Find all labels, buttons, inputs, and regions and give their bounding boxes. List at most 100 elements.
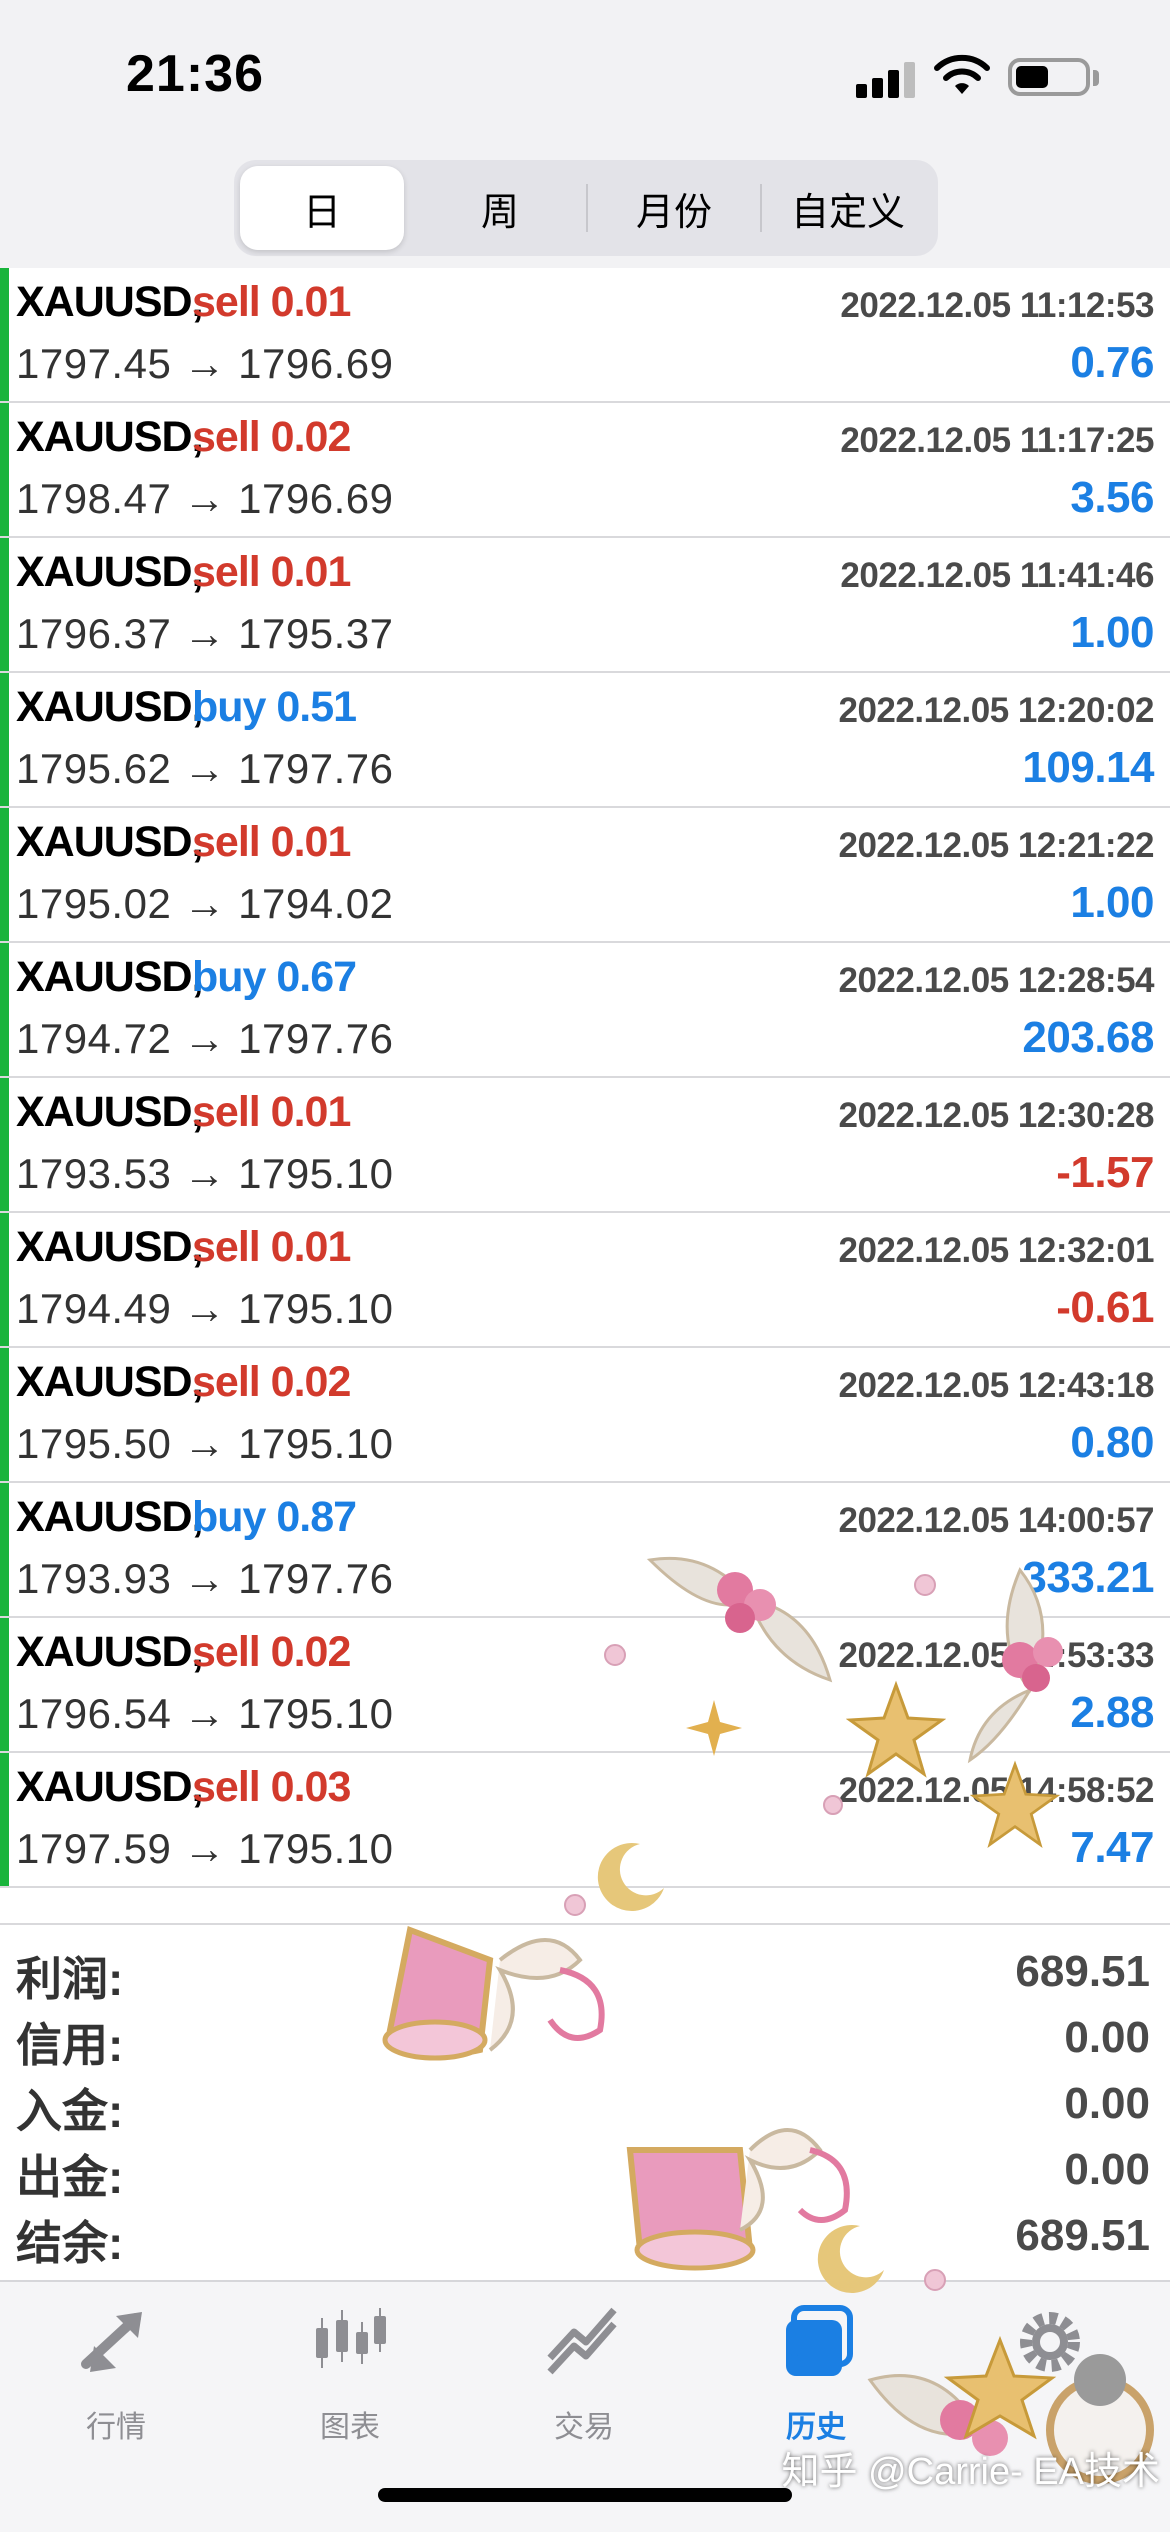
tab-settings[interactable] (960, 2302, 1140, 2452)
tab-label: 行情 (86, 2411, 146, 2444)
trade-prices: 1795.50 → 1795.10 (16, 1420, 394, 1467)
summary-profit-row: 利润: 689.51 (0, 1943, 1170, 2009)
trade-prices: 1797.59 → 1795.10 (16, 1825, 394, 1872)
trade-side-volume: sell 0.01 (192, 548, 351, 596)
trade-profit: -0.61 (1056, 1283, 1154, 1332)
trade-profit: 203.68 (1022, 1013, 1154, 1062)
trade-side-volume: sell 0.01 (192, 818, 351, 866)
trade-symbol: XAUUSD, (16, 413, 204, 461)
tab-quotes[interactable]: 行情 (26, 2302, 206, 2452)
trade-time: 2022.12.05 12:28:54 (838, 961, 1155, 1000)
trade-prices: 1794.49 → 1795.10 (16, 1285, 394, 1332)
trade-time: 2022.12.05 14:00:57 (838, 1501, 1155, 1540)
trade-prices: 1796.37 → 1795.37 (16, 610, 394, 657)
summary-balance-row: 结余: 689.51 (0, 2207, 1170, 2273)
status-bar: 21:36 (0, 0, 1170, 150)
trade-profit: 2.88 (1070, 1688, 1154, 1737)
trade-profit: -1.57 (1056, 1148, 1154, 1197)
trade-time: 2022.12.05 12:20:02 (838, 691, 1155, 730)
tab-label: 交易 (554, 2411, 614, 2444)
trade-symbol: XAUUSD, (16, 548, 204, 596)
trade-prices: 1795.02 → 1794.02 (16, 880, 394, 927)
trade-time: 2022.12.05 12:30:28 (838, 1096, 1155, 1135)
trade-row[interactable]: XAUUSD, buy 0.51 2022.12.05 12:20:02 1795.6… (0, 673, 1170, 808)
trade-profit: 0.80 (1070, 1418, 1154, 1467)
cellular-signal-icon (856, 60, 916, 98)
trade-side-volume: sell 0.03 (192, 1763, 351, 1811)
trade-symbol: XAUUSD, (16, 1358, 204, 1406)
summary-withdrawal-row: 出金: 0.00 (0, 2141, 1170, 2207)
trade-icon (547, 2307, 617, 2375)
trade-profit: 109.14 (1022, 743, 1154, 792)
trade-profit: 1.00 (1070, 878, 1154, 927)
account-summary: 利润: 689.51 信用: 0.00 入金: 0.00 出金: 0.00 结余… (0, 1923, 1170, 2280)
tab-trade[interactable]: 交易 (494, 2302, 674, 2452)
trade-profit: 7.47 (1070, 1823, 1154, 1872)
trade-row[interactable]: XAUUSD, buy 0.67 2022.12.05 12:28:54 1794.7… (0, 943, 1170, 1078)
summary-value: 689.51 (1015, 2211, 1150, 2260)
summary-value: 689.51 (1015, 1947, 1150, 1996)
segment-custom[interactable]: 自定义 (766, 166, 930, 250)
trade-prices: 1793.93 → 1797.76 (16, 1555, 394, 1602)
chart-icon (316, 2308, 386, 2368)
segment-week[interactable]: 周 (418, 166, 582, 250)
trade-prices: 1798.47 → 1796.69 (16, 475, 394, 522)
trade-row[interactable]: XAUUSD, sell 0.02 2022.12.05 14:53:33 1796.… (0, 1618, 1170, 1753)
trade-profit: 3.56 (1070, 473, 1154, 522)
trade-symbol: XAUUSD, (16, 1763, 204, 1811)
trade-row[interactable]: XAUUSD, sell 0.03 2022.12.05 14:58:52 1797.… (0, 1753, 1170, 1888)
settings-icon (1020, 2312, 1080, 2372)
segment-month[interactable]: 月份 (592, 166, 756, 250)
trade-symbol: XAUUSD, (16, 278, 204, 326)
summary-credit-row: 信用: 0.00 (0, 2009, 1170, 2075)
trade-row[interactable]: XAUUSD, sell 0.01 2022.12.05 11:41:46 1796.… (0, 538, 1170, 673)
trade-symbol: XAUUSD, (16, 683, 204, 731)
trade-profit: 333.21 (1022, 1553, 1154, 1602)
trade-side-volume: sell 0.02 (192, 413, 351, 461)
tab-label: 图表 (320, 2411, 380, 2444)
trade-history-list[interactable]: XAUUSD,sell 0.012022.12.05 10:5x:xx1796.… (0, 268, 1170, 1923)
trade-time: 2022.12.05 14:58:52 (838, 1771, 1155, 1810)
tab-chart[interactable]: 图表 (260, 2302, 440, 2452)
trade-prices: 1795.62 → 1797.76 (16, 745, 394, 792)
segment-day[interactable]: 日 (240, 166, 404, 250)
summary-value: 0.00 (1064, 2145, 1150, 2194)
trade-row[interactable]: XAUUSD, buy 0.87 2022.12.05 14:00:57 1793.9… (0, 1483, 1170, 1618)
trade-row[interactable]: XAUUSD, sell 0.01 2022.12.05 12:21:22 1795.… (0, 808, 1170, 943)
trade-side-volume: buy 0.87 (192, 1493, 357, 1541)
period-segmented-control: 日 周 月份 自定义 (234, 160, 938, 256)
trade-time: 2022.12.05 12:21:22 (838, 826, 1155, 865)
trade-side-volume: sell 0.02 (192, 1358, 351, 1406)
period-filter-bar: 日 周 月份 自定义 (0, 150, 1170, 268)
summary-label: 入金: (16, 2085, 124, 2137)
trade-time: 2022.12.05 11:17:25 (840, 421, 1154, 460)
trade-side-volume: sell 0.01 (192, 278, 351, 326)
trade-side-volume: sell 0.02 (192, 1628, 351, 1676)
trade-side-volume: buy 0.51 (192, 683, 357, 731)
summary-label: 结余: (16, 2217, 124, 2269)
trade-side-volume: sell 0.01 (192, 1088, 351, 1136)
trade-time: 2022.12.05 12:32:01 (838, 1231, 1155, 1270)
trade-profit: 0.76 (1070, 338, 1154, 387)
trade-symbol: XAUUSD, (16, 818, 204, 866)
trade-symbol: XAUUSD, (16, 1088, 204, 1136)
trade-row[interactable]: XAUUSD, sell 0.01 2022.12.05 11:12:53 1797.… (0, 268, 1170, 403)
trade-row[interactable]: XAUUSD, sell 0.01 2022.12.05 12:32:01 1794.… (0, 1213, 1170, 1348)
quotes-icon (81, 2312, 142, 2372)
trade-prices: 1796.54 → 1795.10 (16, 1690, 394, 1737)
wifi-icon (934, 54, 990, 94)
trade-prices: 1794.72 → 1797.76 (16, 1015, 394, 1062)
summary-value: 0.00 (1064, 2013, 1150, 2062)
trade-row[interactable]: XAUUSD, sell 0.02 2022.12.05 12:43:18 1795.… (0, 1348, 1170, 1483)
trade-symbol: XAUUSD, (16, 1223, 204, 1271)
summary-label: 利润: (16, 1953, 124, 2005)
battery-icon (1008, 58, 1090, 96)
trade-row[interactable]: XAUUSD, sell 0.01 2022.12.05 12:30:28 1793.… (0, 1078, 1170, 1213)
trade-side-volume: sell 0.01 (192, 1223, 351, 1271)
trade-symbol: XAUUSD, (16, 1493, 204, 1541)
watermark: 知乎 @Carrie- EA技术 (781, 2451, 1161, 2493)
trade-row[interactable]: XAUUSD, sell 0.02 2022.12.05 11:17:25 1798.… (0, 403, 1170, 538)
trade-profit: 1.00 (1070, 608, 1154, 657)
trade-symbol: XAUUSD, (16, 1628, 204, 1676)
tab-history[interactable]: 历史 (726, 2302, 906, 2452)
